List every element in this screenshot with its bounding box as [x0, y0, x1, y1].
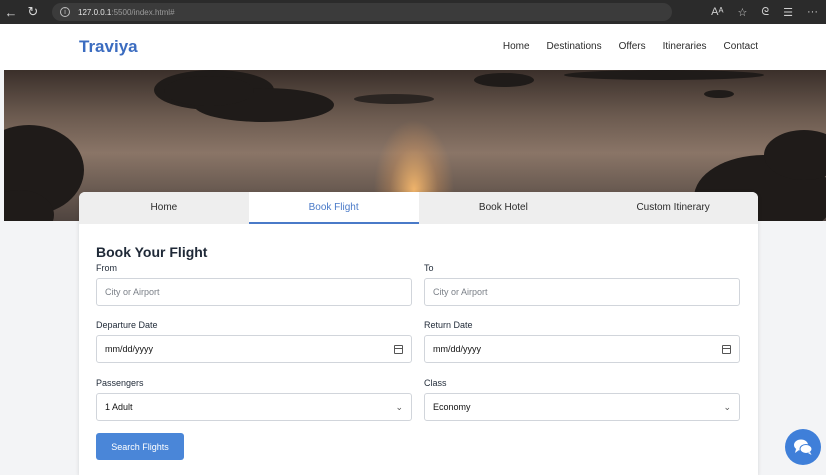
chat-bubbles-icon — [794, 439, 813, 455]
read-aloud-icon[interactable]: Aᴬ — [711, 6, 723, 18]
calendar-icon[interactable] — [722, 345, 731, 354]
booking-tabs: Home Book Flight Book Hotel Custom Itine… — [79, 192, 758, 224]
site-info-icon[interactable]: i — [60, 7, 70, 17]
departure-date-value: mm/dd/yyyy — [105, 344, 154, 354]
chevron-down-icon: ⌄ — [723, 402, 731, 412]
passengers-value: 1 Adult — [105, 402, 133, 412]
search-flights-button[interactable]: Search Flights — [96, 433, 184, 460]
favorite-star-icon[interactable]: ☆ — [738, 6, 748, 19]
nav-link-home[interactable]: Home — [503, 41, 530, 52]
address-bar[interactable]: i 127.0.0.1 :5500/index.html# — [52, 3, 672, 21]
site-logo[interactable]: Traviya — [79, 37, 138, 57]
class-label: Class — [424, 378, 447, 388]
form-title: Book Your Flight — [96, 244, 208, 260]
url-host: 127.0.0.1 — [78, 7, 112, 17]
tab-home[interactable]: Home — [79, 192, 249, 224]
url-path: :5500/index.html# — [111, 7, 175, 17]
tab-book-hotel[interactable]: Book Hotel — [419, 192, 589, 224]
departure-date-input[interactable]: mm/dd/yyyy — [96, 335, 412, 363]
calendar-icon[interactable] — [394, 345, 403, 354]
refresh-icon[interactable]: ↻ — [22, 0, 44, 24]
site-header: Traviya Home Destinations Offers Itinera… — [0, 24, 826, 70]
browser-toolbar: ← ↻ i 127.0.0.1 :5500/index.html# Aᴬ ☆ ᘓ… — [0, 0, 826, 24]
booking-card: Home Book Flight Book Hotel Custom Itine… — [79, 192, 758, 475]
passengers-label: Passengers — [96, 378, 144, 388]
return-date-value: mm/dd/yyyy — [433, 344, 482, 354]
tab-book-flight[interactable]: Book Flight — [248, 192, 419, 224]
nav-link-contact[interactable]: Contact — [724, 41, 758, 52]
from-label: From — [96, 263, 117, 273]
nav-link-itineraries[interactable]: Itineraries — [663, 41, 707, 52]
return-date-label: Return Date — [424, 320, 473, 330]
favorites-list-icon[interactable]: ☰ — [783, 6, 793, 19]
copilot-icon[interactable]: ᘓ — [761, 6, 769, 19]
class-value: Economy — [433, 402, 471, 412]
chat-button[interactable] — [785, 429, 821, 465]
departure-date-label: Departure Date — [96, 320, 158, 330]
to-label: To — [424, 263, 434, 273]
nav-link-offers[interactable]: Offers — [619, 41, 646, 52]
passengers-select[interactable]: 1 Adult ⌄ — [96, 393, 412, 421]
class-select[interactable]: Economy ⌄ — [424, 393, 740, 421]
tab-custom-itinerary[interactable]: Custom Itinerary — [588, 192, 758, 224]
from-input[interactable]: City or Airport — [96, 278, 412, 306]
main-nav: Home Destinations Offers Itineraries Con… — [503, 41, 758, 52]
to-input[interactable]: City or Airport — [424, 278, 740, 306]
chevron-down-icon: ⌄ — [395, 402, 403, 412]
return-date-input[interactable]: mm/dd/yyyy — [424, 335, 740, 363]
nav-link-destinations[interactable]: Destinations — [547, 41, 602, 52]
back-arrow-icon[interactable]: ← — [0, 0, 22, 24]
more-menu-icon[interactable]: ··· — [807, 6, 818, 18]
